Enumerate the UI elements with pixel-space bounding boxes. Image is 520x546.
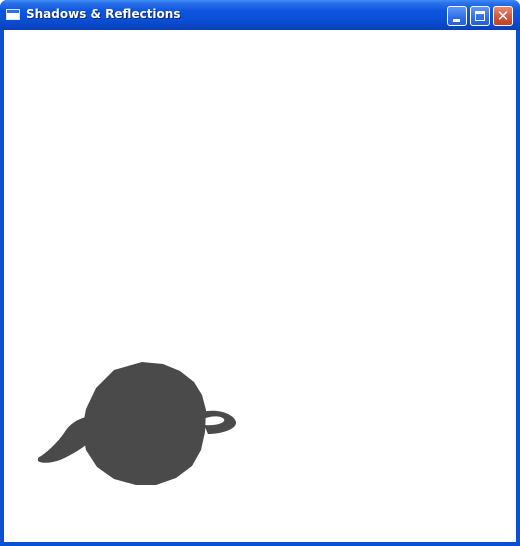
minimize-icon: [453, 19, 460, 22]
teapot-shadow: [38, 362, 237, 485]
title-bar[interactable]: Shadows & Reflections ✕: [0, 0, 520, 30]
window-title: Shadows & Reflections: [26, 7, 181, 21]
teapot-handle-shadow: [202, 410, 237, 434]
close-icon: ✕: [496, 7, 510, 25]
close-button[interactable]: ✕: [493, 6, 513, 26]
maximize-button[interactable]: [470, 6, 490, 26]
minimize-button[interactable]: [447, 6, 467, 26]
render-viewport[interactable]: [4, 30, 516, 542]
teapot-body-shadow: [82, 362, 206, 485]
maximize-icon: [475, 11, 485, 21]
scene-canvas: [38, 362, 237, 485]
app-window: Shadows & Reflections ✕: [0, 0, 520, 546]
window-icon[interactable]: [6, 9, 20, 20]
